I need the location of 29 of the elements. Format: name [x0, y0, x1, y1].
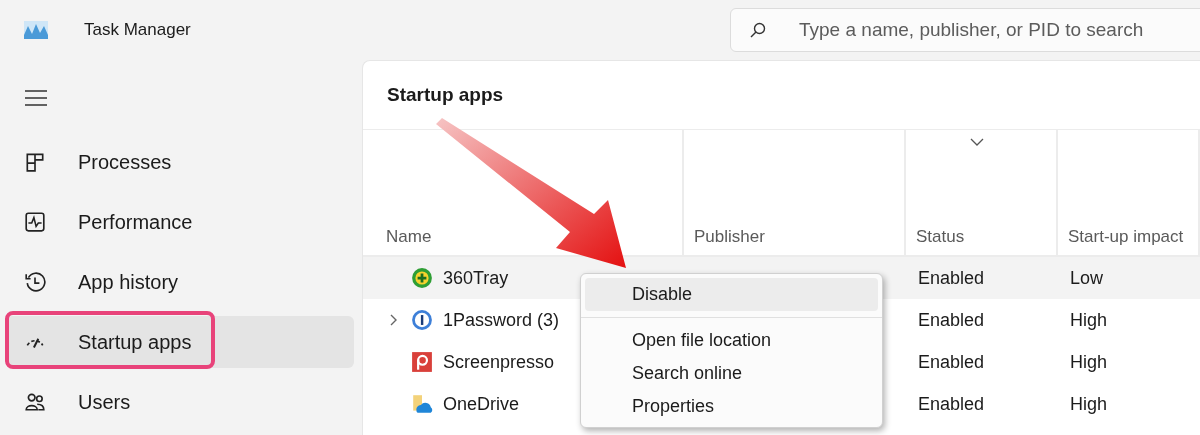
nav-item[interactable]: Performance [6, 196, 354, 248]
app-logo-icon [24, 21, 48, 39]
table-cell-text: Low [1069, 266, 1105, 290]
nav-item[interactable]: App history [6, 256, 354, 308]
nav-icon [24, 151, 46, 173]
table-cell-text: High [1069, 308, 1109, 332]
app-icon [411, 267, 433, 289]
window-title: Task Manager [84, 20, 191, 40]
search-icon [750, 22, 766, 38]
table-cell-text: High [1069, 392, 1109, 416]
app-icon [411, 309, 433, 331]
table-cell-text: Enabled [917, 266, 986, 290]
nav-icon [24, 391, 46, 413]
search-field[interactable]: Type a name, publisher, or PID to search [730, 8, 1200, 52]
table-cell-text: Enabled [917, 392, 986, 416]
app-icon [411, 393, 433, 415]
menu-item[interactable]: Disable [585, 278, 878, 311]
nav-item[interactable]: Processes [6, 136, 354, 188]
table-cell-text: High [1069, 350, 1109, 374]
menu-item[interactable]: Search online [585, 357, 878, 390]
table-cell-text: Enabled [917, 350, 986, 374]
sort-chevron-icon [970, 138, 984, 146]
menu-item[interactable]: Properties [585, 390, 878, 423]
menu-icon[interactable] [24, 88, 48, 108]
table-cell-text: Enabled [917, 308, 986, 332]
nav-icon [24, 271, 46, 293]
nav-item[interactable]: Users [6, 376, 354, 428]
app-icon [411, 351, 433, 373]
nav-icon [24, 211, 46, 233]
